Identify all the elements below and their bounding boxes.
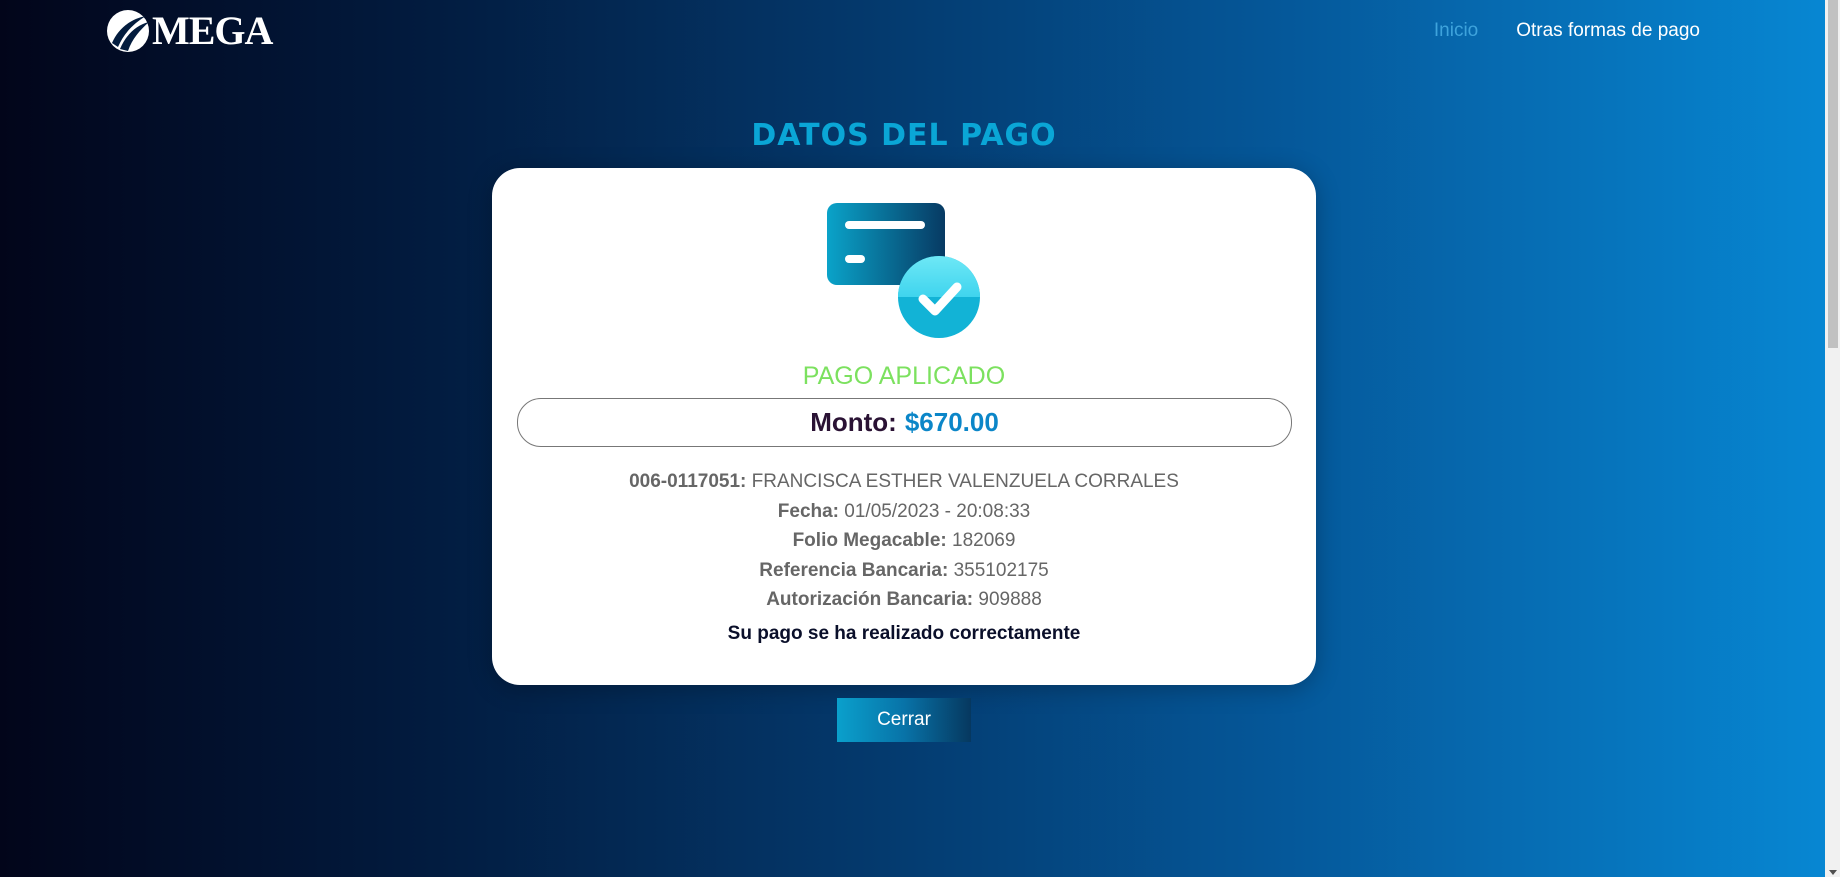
mega-logo-icon xyxy=(107,10,149,52)
detail-row-fecha: Fecha: 01/05/2023 - 20:08:33 xyxy=(492,497,1316,527)
detail-value: 909888 xyxy=(978,589,1042,610)
payment-details-card: PAGO APLICADO Monto: $670.00 006-0117051… xyxy=(492,168,1316,685)
payment-status: PAGO APLICADO xyxy=(802,362,1006,390)
detail-label: Folio Megacable: xyxy=(792,530,947,551)
amount-box: Monto: $670.00 xyxy=(517,398,1292,447)
detail-row-account: 006-0117051: FRANCISCA ESTHER VALENZUELA… xyxy=(492,467,1316,497)
detail-row-folio: Folio Megacable: 182069 xyxy=(492,526,1316,556)
payment-card-check-icon xyxy=(827,203,980,338)
detail-label: Fecha: xyxy=(777,500,840,522)
page-title: DATOS DEL PAGO xyxy=(751,118,1057,153)
detail-row-autorizacion: Autorización Bancaria: 909888 xyxy=(492,585,1316,615)
amount-label: Monto: xyxy=(810,407,897,437)
nav-link-inicio[interactable]: Inicio xyxy=(1434,20,1478,42)
detail-value: 01/05/2023 - 20:08:33 xyxy=(844,500,1031,522)
detail-value: FRANCISCA ESTHER VALENZUELA CORRALES xyxy=(751,471,1179,492)
site-header: MEGA Inicio Otras formas de pago xyxy=(0,0,1825,62)
success-message: Su pago se ha realizado correctamente xyxy=(727,623,1081,644)
nav-link-otras-formas-de-pago[interactable]: Otras formas de pago xyxy=(1516,20,1700,42)
detail-label: 006-0117051: xyxy=(629,471,747,492)
detail-row-referencia: Referencia Bancaria: 355102175 xyxy=(492,556,1316,586)
logo-text: MEGA xyxy=(152,8,273,53)
scroll-down-arrow-icon[interactable] xyxy=(1829,870,1837,875)
close-button[interactable]: Cerrar xyxy=(837,698,971,742)
scrollbar-thumb[interactable] xyxy=(1828,0,1838,348)
mega-logo[interactable]: MEGA xyxy=(106,8,273,54)
amount-value: $670.00 xyxy=(904,407,999,437)
detail-value: 182069 xyxy=(952,530,1016,551)
vertical-scrollbar[interactable] xyxy=(1825,0,1840,877)
detail-label: Referencia Bancaria: xyxy=(759,559,949,581)
detail-value: 355102175 xyxy=(953,559,1049,581)
detail-label: Autorización Bancaria: xyxy=(766,589,974,610)
top-nav: Inicio Otras formas de pago xyxy=(1434,20,1700,42)
payment-details: 006-0117051: FRANCISCA ESTHER VALENZUELA… xyxy=(492,467,1316,615)
